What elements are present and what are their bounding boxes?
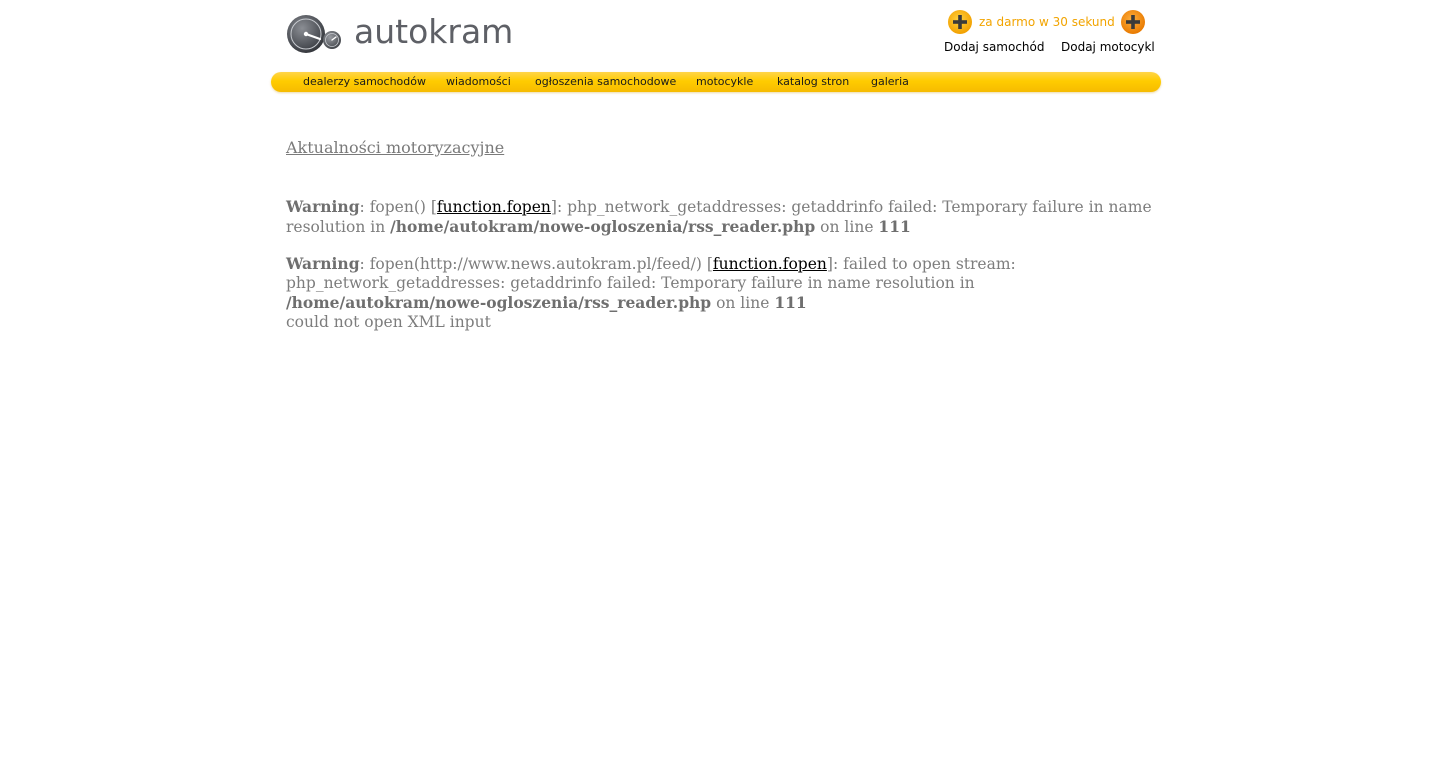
add-listing-promo: za darmo w 30 sekund Dodaj samochód Doda… bbox=[944, 8, 1156, 60]
warning-line-number: 111 bbox=[878, 217, 911, 236]
nav-item-gallery[interactable]: galeria bbox=[871, 75, 909, 88]
nav-item-car-listings[interactable]: ogłoszenia samochodowe bbox=[535, 75, 676, 88]
warning-line-number: 111 bbox=[774, 293, 807, 312]
add-motorcycle-link[interactable]: Dodaj motocykl bbox=[1061, 40, 1155, 54]
warning-text: : fopen() [ bbox=[359, 198, 437, 216]
function-fopen-link[interactable]: function.fopen bbox=[437, 198, 551, 216]
page-wrapper: autokram za darmo w 30 sekund Dodaj samo… bbox=[270, 0, 1162, 783]
plus-circle-icon[interactable] bbox=[947, 9, 973, 35]
nav-item-motorcycles[interactable]: motocykle bbox=[696, 75, 753, 88]
warning-text: on line bbox=[711, 294, 775, 312]
warning-text: on line bbox=[815, 218, 879, 236]
nav-item-site-catalog[interactable]: katalog stron bbox=[777, 75, 849, 88]
warning-label: Warning bbox=[286, 254, 360, 273]
add-car-link[interactable]: Dodaj samochód bbox=[944, 40, 1045, 54]
nav-item-dealers[interactable]: dealerzy samochodów bbox=[303, 75, 426, 88]
warning-file-path: /home/autokram/nowe-ogloszenia/rss_reade… bbox=[390, 217, 816, 236]
warning-text: : fopen(http://www.news.autokram.pl/feed… bbox=[359, 255, 713, 273]
php-warning-1: Warning: fopen() [function.fopen]: php_n… bbox=[286, 197, 1156, 237]
main-nav-bar: dealerzy samochodów wiadomości ogłoszeni… bbox=[271, 72, 1161, 92]
nav-item-news[interactable]: wiadomości bbox=[446, 75, 511, 88]
speedometer-logo-icon bbox=[286, 12, 346, 56]
php-warning-2: Warning: fopen(http://www.news.autokram.… bbox=[286, 254, 1156, 332]
promo-free-text: za darmo w 30 sekund bbox=[979, 15, 1115, 29]
site-logo[interactable]: autokram bbox=[286, 12, 513, 56]
xml-error-text: could not open XML input bbox=[286, 313, 491, 331]
logo-text: autokram bbox=[354, 11, 514, 51]
function-fopen-link[interactable]: function.fopen bbox=[713, 255, 827, 273]
warning-label: Warning bbox=[286, 197, 360, 216]
section-title-link[interactable]: Aktualności motoryzacyjne bbox=[286, 138, 504, 157]
plus-circle-icon[interactable] bbox=[1120, 9, 1146, 35]
warning-file-path: /home/autokram/nowe-ogloszenia/rss_reade… bbox=[286, 293, 712, 312]
